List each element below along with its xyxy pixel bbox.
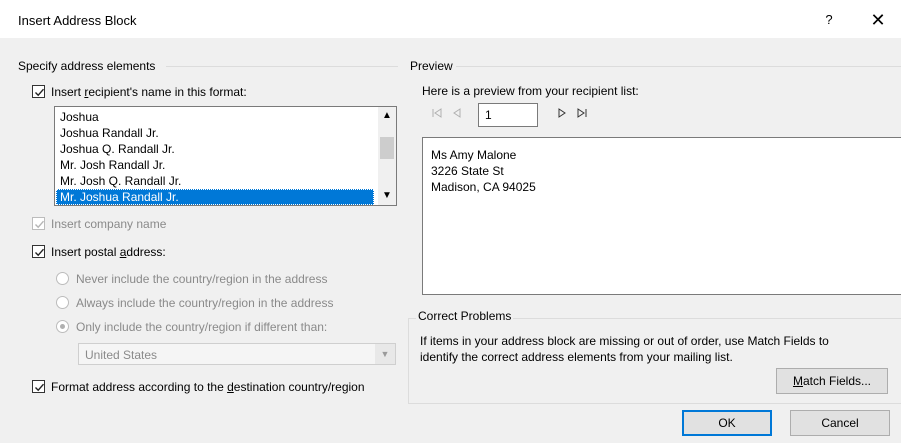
list-item[interactable]: Joshua Q. Randall Jr.: [56, 141, 374, 157]
scroll-thumb[interactable]: [380, 137, 394, 159]
next-record-icon[interactable]: [553, 107, 571, 125]
check-icon: [35, 248, 45, 257]
match-fields-button[interactable]: Match Fields...: [776, 368, 888, 394]
preview-line: Madison, CA 94025: [431, 180, 536, 194]
insert-name-checkbox[interactable]: [32, 85, 45, 98]
radio-only-if-different-label: Only include the country/region if diffe…: [76, 320, 328, 334]
list-item[interactable]: Mr. Josh Q. Randall Jr.: [56, 173, 374, 189]
last-record-icon[interactable]: [573, 107, 591, 125]
help-button[interactable]: ?: [818, 9, 840, 31]
correct-problems-label: Correct Problems: [416, 309, 514, 323]
list-item[interactable]: Mr. Josh Randall Jr.: [56, 157, 374, 173]
preview-line: Ms Amy Malone: [431, 148, 517, 162]
radio-never-include-label: Never include the country/region in the …: [76, 272, 328, 286]
country-combobox[interactable]: United States ▼: [78, 343, 396, 365]
radio-selected-dot: [60, 324, 65, 329]
insert-address-block-dialog: Insert Address Block ? ✕ Specify address…: [0, 0, 901, 443]
radio-always-include[interactable]: [56, 296, 69, 309]
insert-company-checkbox[interactable]: [32, 217, 45, 230]
cancel-button[interactable]: Cancel: [790, 410, 890, 436]
check-icon: [35, 220, 45, 229]
check-icon: [35, 88, 45, 97]
close-button[interactable]: ✕: [866, 9, 890, 31]
dialog-title: Insert Address Block: [18, 13, 137, 28]
insert-company-label: Insert company name: [51, 217, 167, 231]
preview-group-label: Preview: [410, 59, 453, 73]
title-bar: Insert Address Block ? ✕: [0, 0, 901, 38]
insert-postal-checkbox[interactable]: [32, 245, 45, 258]
radio-always-include-label: Always include the country/region in the…: [76, 296, 334, 310]
list-item[interactable]: Joshua Randall Jr.: [56, 125, 374, 141]
correct-problems-text-2: identify the correct address elements fr…: [420, 350, 733, 364]
record-number-value: 1: [485, 108, 492, 122]
insert-postal-label: Insert postal address:: [51, 245, 166, 259]
group-divider: [456, 66, 901, 67]
preview-caption: Here is a preview from your recipient li…: [422, 84, 639, 98]
listbox-scrollbar[interactable]: ▲ ▼: [378, 107, 396, 205]
chevron-down-icon[interactable]: ▼: [375, 344, 395, 364]
previous-record-icon[interactable]: [448, 107, 466, 125]
format-address-checkbox[interactable]: [32, 380, 45, 393]
address-preview-box: Ms Amy Malone 3226 State St Madison, CA …: [422, 137, 901, 295]
radio-only-if-different[interactable]: [56, 320, 69, 333]
ok-button[interactable]: OK: [682, 410, 772, 436]
scroll-down-icon[interactable]: ▼: [378, 187, 396, 205]
first-record-icon[interactable]: [428, 107, 446, 125]
format-address-label: Format address according to the destinat…: [51, 380, 365, 394]
country-combobox-value: United States: [85, 348, 158, 362]
specify-address-elements-label: Specify address elements: [18, 59, 156, 73]
name-format-listbox[interactable]: Joshua Joshua Randall Jr. Joshua Q. Rand…: [54, 106, 397, 206]
preview-line: 3226 State St: [431, 164, 504, 178]
list-item-selected[interactable]: Mr. Joshua Randall Jr.: [56, 189, 374, 205]
group-divider: [166, 66, 398, 67]
radio-never-include[interactable]: [56, 272, 69, 285]
check-icon: [35, 383, 45, 392]
scroll-up-icon[interactable]: ▲: [378, 107, 396, 125]
insert-name-label: Insert recipient's name in this format:: [51, 85, 247, 99]
list-item[interactable]: Joshua: [56, 109, 374, 125]
record-number-input[interactable]: 1: [478, 103, 538, 127]
correct-problems-text-1: If items in your address block are missi…: [420, 334, 829, 348]
